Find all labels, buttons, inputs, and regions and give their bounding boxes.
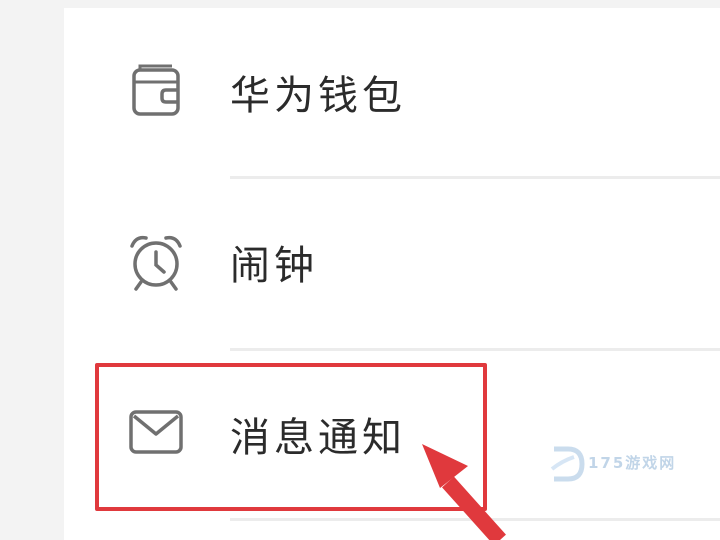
menu-item-alarm[interactable]: 闹钟 [64, 180, 720, 350]
alarm-clock-icon [130, 235, 182, 291]
watermark: 175游戏网 [548, 443, 674, 485]
menu-item-label: 闹钟 [230, 243, 318, 289]
watermark-text: 175游戏网 [588, 454, 677, 472]
divider [230, 348, 720, 351]
divider [230, 176, 720, 179]
left-gutter [0, 0, 64, 540]
menu-item-huawei-wallet[interactable]: 华为钱包 [64, 10, 720, 180]
menu-item-label: 华为钱包 [230, 73, 406, 119]
watermark-logo-icon [550, 446, 585, 482]
pointer-arrow-icon [422, 444, 506, 540]
top-strip [0, 0, 720, 8]
wallet-icon [132, 64, 180, 116]
